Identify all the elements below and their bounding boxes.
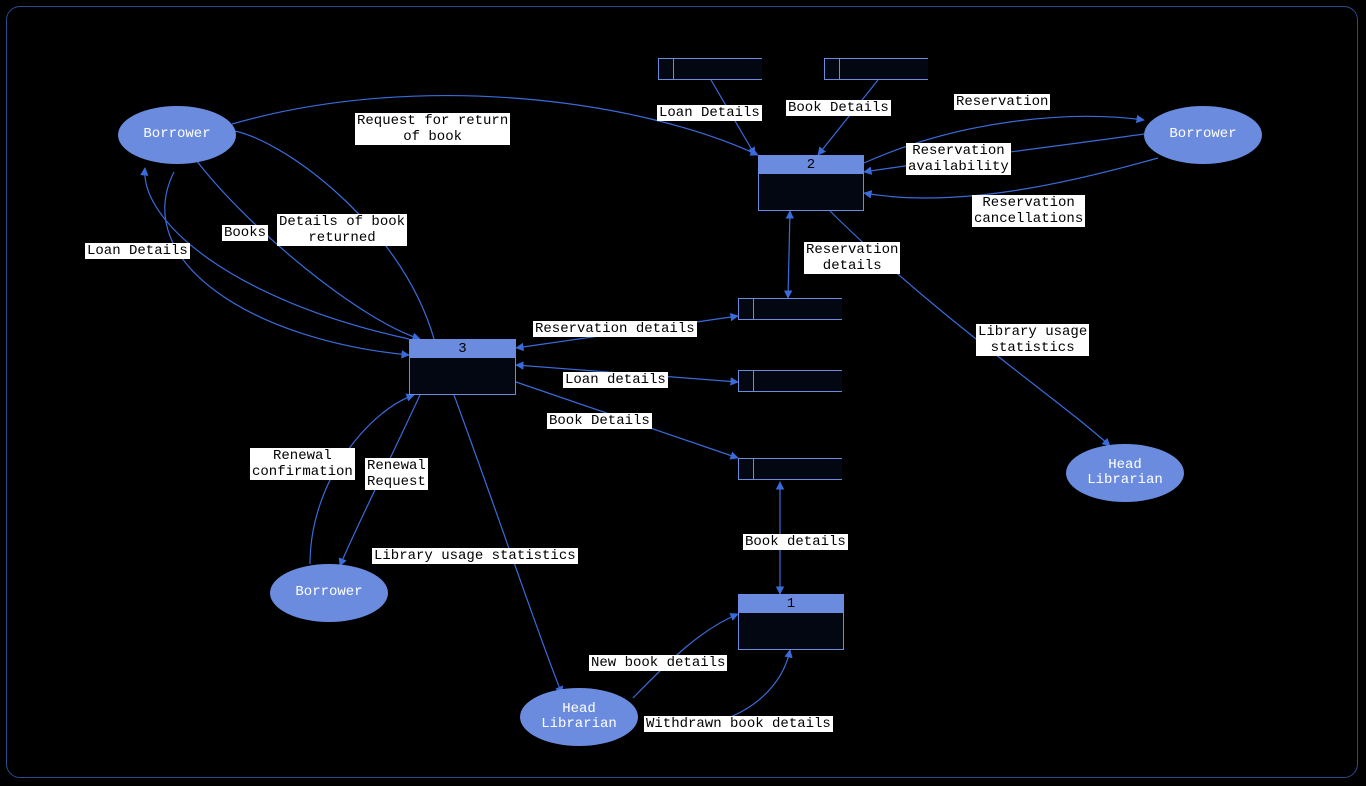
entity-label: Borrower: [295, 585, 362, 600]
entity-borrower-right: Borrower: [1144, 106, 1262, 164]
entity-borrower-top-left: Borrower: [118, 106, 236, 164]
label-reservation-cancellations: Reservation cancellations: [972, 195, 1085, 227]
label-details-returned: Details of book returned: [277, 214, 407, 246]
entity-borrower-bottom-left: Borrower: [270, 564, 388, 622]
label-reservation-availability: Reservation availability: [906, 143, 1011, 175]
process-2: 2: [758, 155, 864, 211]
label-new-book-details: New book details: [589, 655, 727, 671]
label-books: Books: [222, 225, 268, 241]
entity-label: Head Librarian: [541, 702, 617, 733]
entity-label: Borrower: [1169, 127, 1236, 142]
label-library-usage-right: Library usage statistics: [976, 324, 1089, 356]
datastore-mid-2: [738, 370, 842, 392]
label-book-details-vert: Book details: [743, 534, 848, 550]
entity-label: Borrower: [143, 127, 210, 142]
datastore-top-right: [824, 58, 928, 80]
process-header: 3: [410, 340, 515, 358]
entity-head-librarian-bottom: Head Librarian: [520, 688, 638, 746]
label-request-return: Request for return of book: [355, 113, 510, 145]
process-header: 2: [759, 156, 863, 174]
label-renewal-request: Renewal Request: [365, 458, 428, 490]
label-book-details-top: Book Details: [786, 100, 891, 116]
label-reservation: Reservation: [954, 94, 1050, 110]
label-renewal-confirmation: Renewal confirmation: [250, 448, 355, 480]
label-withdrawn-book-details: Withdrawn book details: [644, 716, 833, 732]
process-1: 1: [738, 594, 844, 650]
process-header: 1: [739, 595, 843, 613]
datastore-mid-1: [738, 298, 842, 320]
entity-head-librarian-right: Head Librarian: [1066, 444, 1184, 502]
label-loan-details-top: Loan Details: [657, 105, 762, 121]
label-loan-details-left: Loan Details: [85, 243, 190, 259]
datastore-top-left: [658, 58, 762, 80]
label-reservation-details-mid: Reservation details: [533, 321, 697, 337]
datastore-mid-3: [738, 458, 842, 480]
entity-label: Head Librarian: [1087, 458, 1163, 489]
label-book-details-mid: Book Details: [547, 413, 652, 429]
process-3: 3: [409, 339, 516, 395]
label-loan-details-mid: Loan details: [563, 372, 668, 388]
label-reservation-details-vert: Reservation details: [804, 242, 900, 274]
label-library-usage-left: Library usage statistics: [372, 548, 578, 564]
